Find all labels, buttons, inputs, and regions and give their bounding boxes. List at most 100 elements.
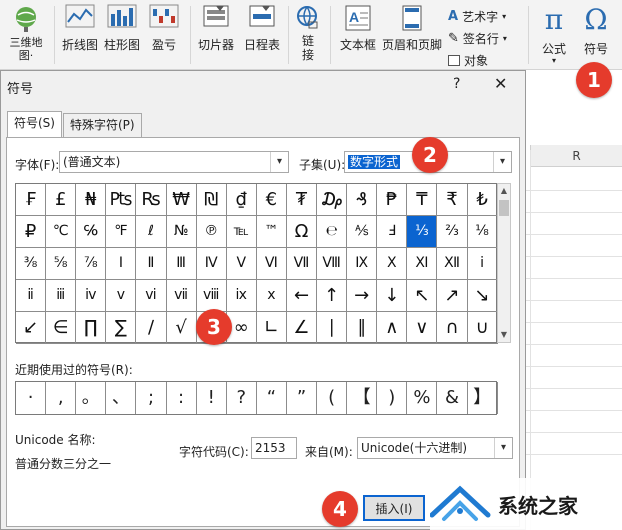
symbol-cell[interactable]: ⅱ [16, 280, 47, 312]
symbol-cell[interactable]: ⅳ [76, 280, 107, 312]
tab-symbols[interactable]: 符号(S) [7, 111, 62, 138]
symbol-cell[interactable]: ₮ [286, 184, 318, 216]
symbol-cell[interactable]: ⅴ [106, 280, 137, 312]
link-button[interactable]: 链 接 [292, 4, 324, 62]
symbol-cell[interactable]: ℡ [226, 216, 257, 248]
symbol-cell[interactable]: Ⅵ [256, 248, 287, 280]
recent-symbol-cell[interactable]: ; [136, 382, 167, 414]
symbol-grid-scrollbar[interactable]: ▲ ▼ [497, 183, 511, 343]
symbol-cell[interactable]: √ [166, 312, 197, 344]
recent-symbol-cell[interactable]: : [167, 382, 197, 414]
text-box-button[interactable]: A 文本框 [338, 4, 378, 53]
symbol-cell[interactable]: ↘ [467, 280, 498, 312]
symbol-cell[interactable]: Ⅺ [407, 248, 438, 280]
equation-button[interactable]: π 公式 ▾ [534, 4, 574, 65]
tab-special-characters[interactable]: 特殊字符(P) [63, 113, 142, 137]
win-loss-sparkline-button[interactable]: 盈亏 [144, 4, 184, 53]
symbol-cell[interactable]: ⅍ [347, 216, 378, 248]
symbol-cell[interactable]: Ⅻ [437, 248, 468, 280]
symbol-cell[interactable]: ₪ [196, 184, 227, 216]
close-button[interactable]: ✕ [494, 74, 507, 93]
from-select[interactable]: Unicode(十六进制) ▾ [357, 437, 513, 459]
symbol-cell[interactable]: ↙ [16, 312, 47, 344]
symbol-cell[interactable]: → [347, 280, 378, 312]
recent-symbol-cell[interactable]: ? [227, 382, 257, 414]
symbol-cell[interactable]: ⅜ [16, 248, 47, 280]
symbol-cell[interactable]: ₱ [377, 184, 408, 216]
symbol-cell[interactable]: ⅲ [46, 280, 77, 312]
recent-symbol-cell[interactable]: , [46, 382, 77, 414]
symbol-cell[interactable]: Ⅳ [196, 248, 227, 280]
symbol-button[interactable]: Ω 符号 [576, 4, 616, 57]
symbol-cell[interactable]: ⅛ [467, 216, 498, 248]
recent-symbol-cell[interactable]: 。 [76, 382, 107, 414]
scroll-down-icon[interactable]: ▼ [498, 328, 510, 342]
object-button[interactable]: 对象 [448, 52, 488, 69]
symbol-cell[interactable]: ⅔ [437, 216, 468, 248]
symbol-cell[interactable]: ₸ [407, 184, 438, 216]
scrollbar-thumb[interactable] [499, 200, 509, 216]
symbol-cell[interactable]: ∈ [46, 312, 77, 344]
symbol-cell[interactable]: ₨ [136, 184, 167, 216]
symbol-cell[interactable]: ⅓ [407, 216, 438, 248]
timeline-button[interactable]: 日程表 [240, 4, 284, 53]
symbol-cell[interactable]: ™ [256, 216, 287, 248]
char-code-input[interactable]: 2153 [251, 437, 297, 459]
symbol-cell[interactable]: ↓ [377, 280, 408, 312]
symbol-cell[interactable]: ℓ [136, 216, 167, 248]
recent-symbol-cell[interactable]: · [16, 382, 47, 414]
symbol-cell[interactable]: ⅷ [196, 280, 227, 312]
symbol-cell[interactable]: Ⅲ [166, 248, 197, 280]
symbol-cell[interactable]: € [256, 184, 287, 216]
symbol-cell[interactable]: ⅵ [136, 280, 167, 312]
recent-symbol-cell[interactable]: 、 [106, 382, 137, 414]
symbol-cell[interactable]: ⅝ [46, 248, 77, 280]
symbol-cell[interactable]: ∥ [347, 312, 378, 344]
chevron-down-icon[interactable]: ▾ [270, 152, 288, 172]
recent-symbol-cell[interactable]: ( [317, 382, 348, 414]
symbol-cell[interactable]: ₹ [437, 184, 468, 216]
symbol-cell[interactable]: ∠ [286, 312, 318, 344]
symbol-cell[interactable]: ⅹ [256, 280, 287, 312]
symbol-cell[interactable]: ↗ [437, 280, 468, 312]
symbol-cell[interactable]: ↖ [407, 280, 438, 312]
symbol-cell[interactable]: ← [286, 280, 318, 312]
recent-symbol-cell[interactable]: ! [197, 382, 227, 414]
symbol-cell[interactable]: ℅ [76, 216, 107, 248]
recent-symbol-cell[interactable]: & [437, 382, 468, 414]
symbol-cell[interactable]: ₽ [16, 216, 47, 248]
insert-button[interactable]: 插入(I) [363, 495, 425, 521]
symbol-cell[interactable]: ∟ [256, 312, 287, 344]
symbol-cell[interactable]: ∪ [467, 312, 498, 344]
symbol-cell[interactable]: Ω [286, 216, 318, 248]
symbol-cell[interactable]: ℮ [317, 216, 348, 248]
recent-symbol-cell[interactable]: 】 [468, 382, 498, 414]
symbol-cell[interactable]: ↑ [317, 280, 348, 312]
chevron-down-icon[interactable]: ▾ [493, 152, 511, 172]
symbol-cell[interactable]: ₰ [347, 184, 378, 216]
line-sparkline-button[interactable]: 折线图 [60, 4, 100, 53]
symbol-cell[interactable]: ∑ [106, 312, 137, 344]
symbol-cell[interactable]: ₩ [166, 184, 197, 216]
recent-symbol-cell[interactable]: 【 [347, 382, 378, 414]
symbol-cell[interactable]: ₫ [226, 184, 257, 216]
symbol-cell[interactable]: ₦ [76, 184, 107, 216]
symbol-cell[interactable]: № [166, 216, 197, 248]
recent-symbol-cell[interactable]: % [407, 382, 438, 414]
symbol-cell[interactable]: Ⅱ [136, 248, 167, 280]
symbol-cell[interactable]: ∨ [407, 312, 438, 344]
column-header-r[interactable]: R [530, 145, 622, 167]
scroll-up-icon[interactable]: ▲ [498, 184, 510, 198]
symbol-cell[interactable]: ⅞ [76, 248, 107, 280]
symbol-cell[interactable]: ℗ [196, 216, 227, 248]
header-footer-button[interactable]: 页眉和页脚 [380, 4, 444, 53]
symbol-cell[interactable]: ℉ [106, 216, 137, 248]
symbol-cell[interactable]: ∩ [437, 312, 468, 344]
symbol-cell[interactable]: ⅰ [467, 248, 498, 280]
recent-symbol-cell[interactable]: “ [257, 382, 287, 414]
symbol-cell[interactable]: ₺ [467, 184, 498, 216]
symbol-cell[interactable]: ₯ [317, 184, 348, 216]
help-button[interactable]: ? [453, 76, 460, 92]
signature-line-button[interactable]: ✎ 签名行 ▾ [448, 30, 507, 47]
wordart-button[interactable]: A 艺术字 ▾ [448, 8, 506, 25]
